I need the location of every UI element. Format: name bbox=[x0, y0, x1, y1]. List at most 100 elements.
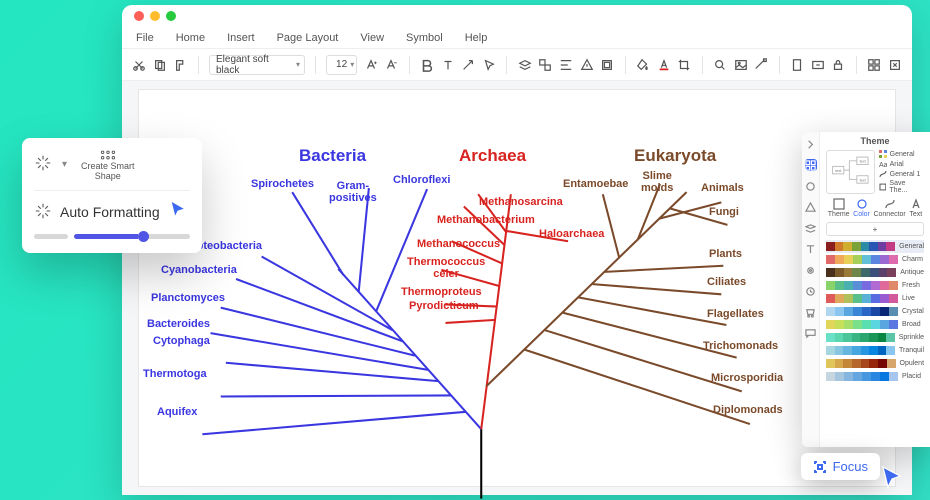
label-trichomonads: Trichomonads bbox=[703, 340, 778, 352]
layers2-icon[interactable] bbox=[805, 222, 817, 234]
grid-view-icon[interactable] bbox=[867, 57, 882, 73]
palette-row-broad[interactable]: Broad bbox=[826, 318, 924, 331]
palette-row-tranquil[interactable]: Tranquil bbox=[826, 344, 924, 357]
page[interactable]: Bacteria Archaea Eukaryota Spirochetes G… bbox=[138, 89, 896, 487]
menu-view[interactable]: View bbox=[360, 32, 384, 44]
menu-file[interactable]: File bbox=[136, 32, 154, 44]
sparkle-icon[interactable] bbox=[34, 154, 52, 175]
palette-row-placid[interactable]: Placid bbox=[826, 370, 924, 383]
palette-row-live[interactable]: Live bbox=[826, 292, 924, 305]
swatch bbox=[826, 307, 835, 316]
canvas-area[interactable]: Bacteria Archaea Eukaryota Spirochetes G… bbox=[122, 81, 912, 495]
shapes-icon[interactable] bbox=[805, 201, 817, 213]
palette-row-general[interactable]: General bbox=[826, 240, 924, 253]
label-pyrodicticum: Pyrodicticum bbox=[409, 300, 479, 312]
menu-symbol[interactable]: Symbol bbox=[406, 32, 443, 44]
hyperlink-icon[interactable] bbox=[810, 57, 825, 73]
comment-icon[interactable] bbox=[805, 327, 817, 339]
palette-name: Crystal bbox=[902, 308, 924, 315]
search-icon[interactable] bbox=[713, 57, 728, 73]
slider-b[interactable] bbox=[74, 234, 190, 239]
cut-icon[interactable] bbox=[132, 57, 147, 73]
line-style-icon[interactable] bbox=[754, 57, 769, 73]
window-min-dot[interactable] bbox=[150, 11, 160, 21]
palette-name: Opulent bbox=[900, 360, 925, 367]
lock-icon[interactable] bbox=[831, 57, 846, 73]
copy-icon[interactable] bbox=[153, 57, 168, 73]
create-smart-shape-button[interactable]: Create Smart Shape bbox=[81, 148, 135, 182]
font-size-select[interactable]: 12 bbox=[326, 55, 357, 75]
window-max-dot[interactable] bbox=[166, 11, 176, 21]
add-theme-button[interactable]: + bbox=[826, 222, 924, 236]
tab-text[interactable]: Text bbox=[909, 198, 922, 218]
theme-meta-row[interactable]: General 1 bbox=[879, 170, 924, 178]
palette-row-opulent[interactable]: Opulent bbox=[826, 357, 924, 370]
theme-grid-icon[interactable] bbox=[805, 159, 817, 171]
swatch bbox=[862, 294, 871, 303]
collapse-icon[interactable] bbox=[805, 138, 817, 150]
icons-icon[interactable] bbox=[805, 264, 817, 276]
page-icon[interactable] bbox=[790, 57, 805, 73]
text-color-icon[interactable] bbox=[656, 57, 671, 73]
bold-icon[interactable] bbox=[420, 57, 435, 73]
menu-page-layout[interactable]: Page Layout bbox=[277, 32, 339, 44]
cart-icon[interactable] bbox=[805, 306, 817, 318]
label-methanosarcina: Methanosarcina bbox=[479, 196, 563, 208]
crop-icon[interactable] bbox=[677, 57, 692, 73]
label-thermotoga: Thermotoga bbox=[143, 368, 207, 380]
palette-row-charm[interactable]: Charm bbox=[826, 253, 924, 266]
font-family-select[interactable]: Elegant soft black bbox=[209, 55, 305, 75]
heading-eukaryota: Eukaryota bbox=[634, 146, 716, 166]
palette-row-antique[interactable]: Antique bbox=[826, 266, 924, 279]
connector-icon[interactable] bbox=[461, 57, 476, 73]
swatch bbox=[878, 359, 887, 368]
slider-a[interactable] bbox=[34, 234, 68, 239]
palette-row-sprinkle[interactable]: Sprinkle bbox=[826, 331, 924, 344]
effects-icon[interactable] bbox=[805, 180, 817, 192]
align-icon[interactable] bbox=[559, 57, 574, 73]
ungroup-icon[interactable] bbox=[538, 57, 553, 73]
label-cytophaga: Cytophaga bbox=[153, 335, 210, 347]
swatch bbox=[844, 294, 853, 303]
menu-insert[interactable]: Insert bbox=[227, 32, 255, 44]
auto-formatting-button[interactable]: Auto Formatting bbox=[34, 199, 190, 226]
palette-row-crystal[interactable]: Crystal bbox=[826, 305, 924, 318]
tab-connector[interactable]: Connector bbox=[873, 198, 905, 218]
theme-meta-row[interactable]: Save The... bbox=[879, 180, 924, 194]
theme-meta-row[interactable]: General bbox=[879, 150, 924, 158]
swatch bbox=[844, 307, 853, 316]
text-panel-icon[interactable] bbox=[805, 243, 817, 255]
font-size-decrease-icon[interactable] bbox=[384, 57, 399, 73]
theme-meta-row[interactable]: AaArial bbox=[879, 160, 924, 168]
text-tool-icon[interactable] bbox=[440, 57, 455, 73]
menu-help[interactable]: Help bbox=[465, 32, 488, 44]
label-planctomyces: Planctomyces bbox=[151, 292, 225, 304]
fill-icon[interactable] bbox=[636, 57, 651, 73]
group-icon[interactable] bbox=[600, 57, 615, 73]
swatch bbox=[844, 268, 853, 277]
layers-icon[interactable] bbox=[517, 57, 532, 73]
focus-button[interactable]: Focus bbox=[801, 453, 880, 480]
image-icon[interactable] bbox=[733, 57, 748, 73]
label-diplomonads: Diplomonads bbox=[713, 404, 783, 416]
tab-color[interactable]: Color bbox=[853, 198, 870, 218]
font-size-increase-icon[interactable] bbox=[363, 57, 378, 73]
tab-theme[interactable]: Theme bbox=[828, 198, 850, 218]
svg-text:text: text bbox=[860, 160, 866, 164]
history-icon[interactable] bbox=[805, 285, 817, 297]
palette-row-fresh[interactable]: Fresh bbox=[826, 279, 924, 292]
chevron-down-icon[interactable]: ▾ bbox=[62, 159, 67, 170]
swatch bbox=[862, 320, 871, 329]
warning-icon[interactable] bbox=[579, 57, 594, 73]
format-painter-icon[interactable] bbox=[173, 57, 188, 73]
label-slime-molds: Slime molds bbox=[641, 170, 673, 194]
theme-thumbnail[interactable]: texttexttext bbox=[826, 150, 875, 194]
svg-text:text: text bbox=[860, 178, 866, 182]
pointer-icon[interactable] bbox=[482, 57, 497, 73]
swatch bbox=[869, 333, 878, 342]
swatch bbox=[853, 320, 862, 329]
palette-name: Tranquil bbox=[899, 347, 924, 354]
fit-icon[interactable] bbox=[887, 57, 902, 73]
menu-home[interactable]: Home bbox=[176, 32, 205, 44]
window-close-dot[interactable] bbox=[134, 11, 144, 21]
